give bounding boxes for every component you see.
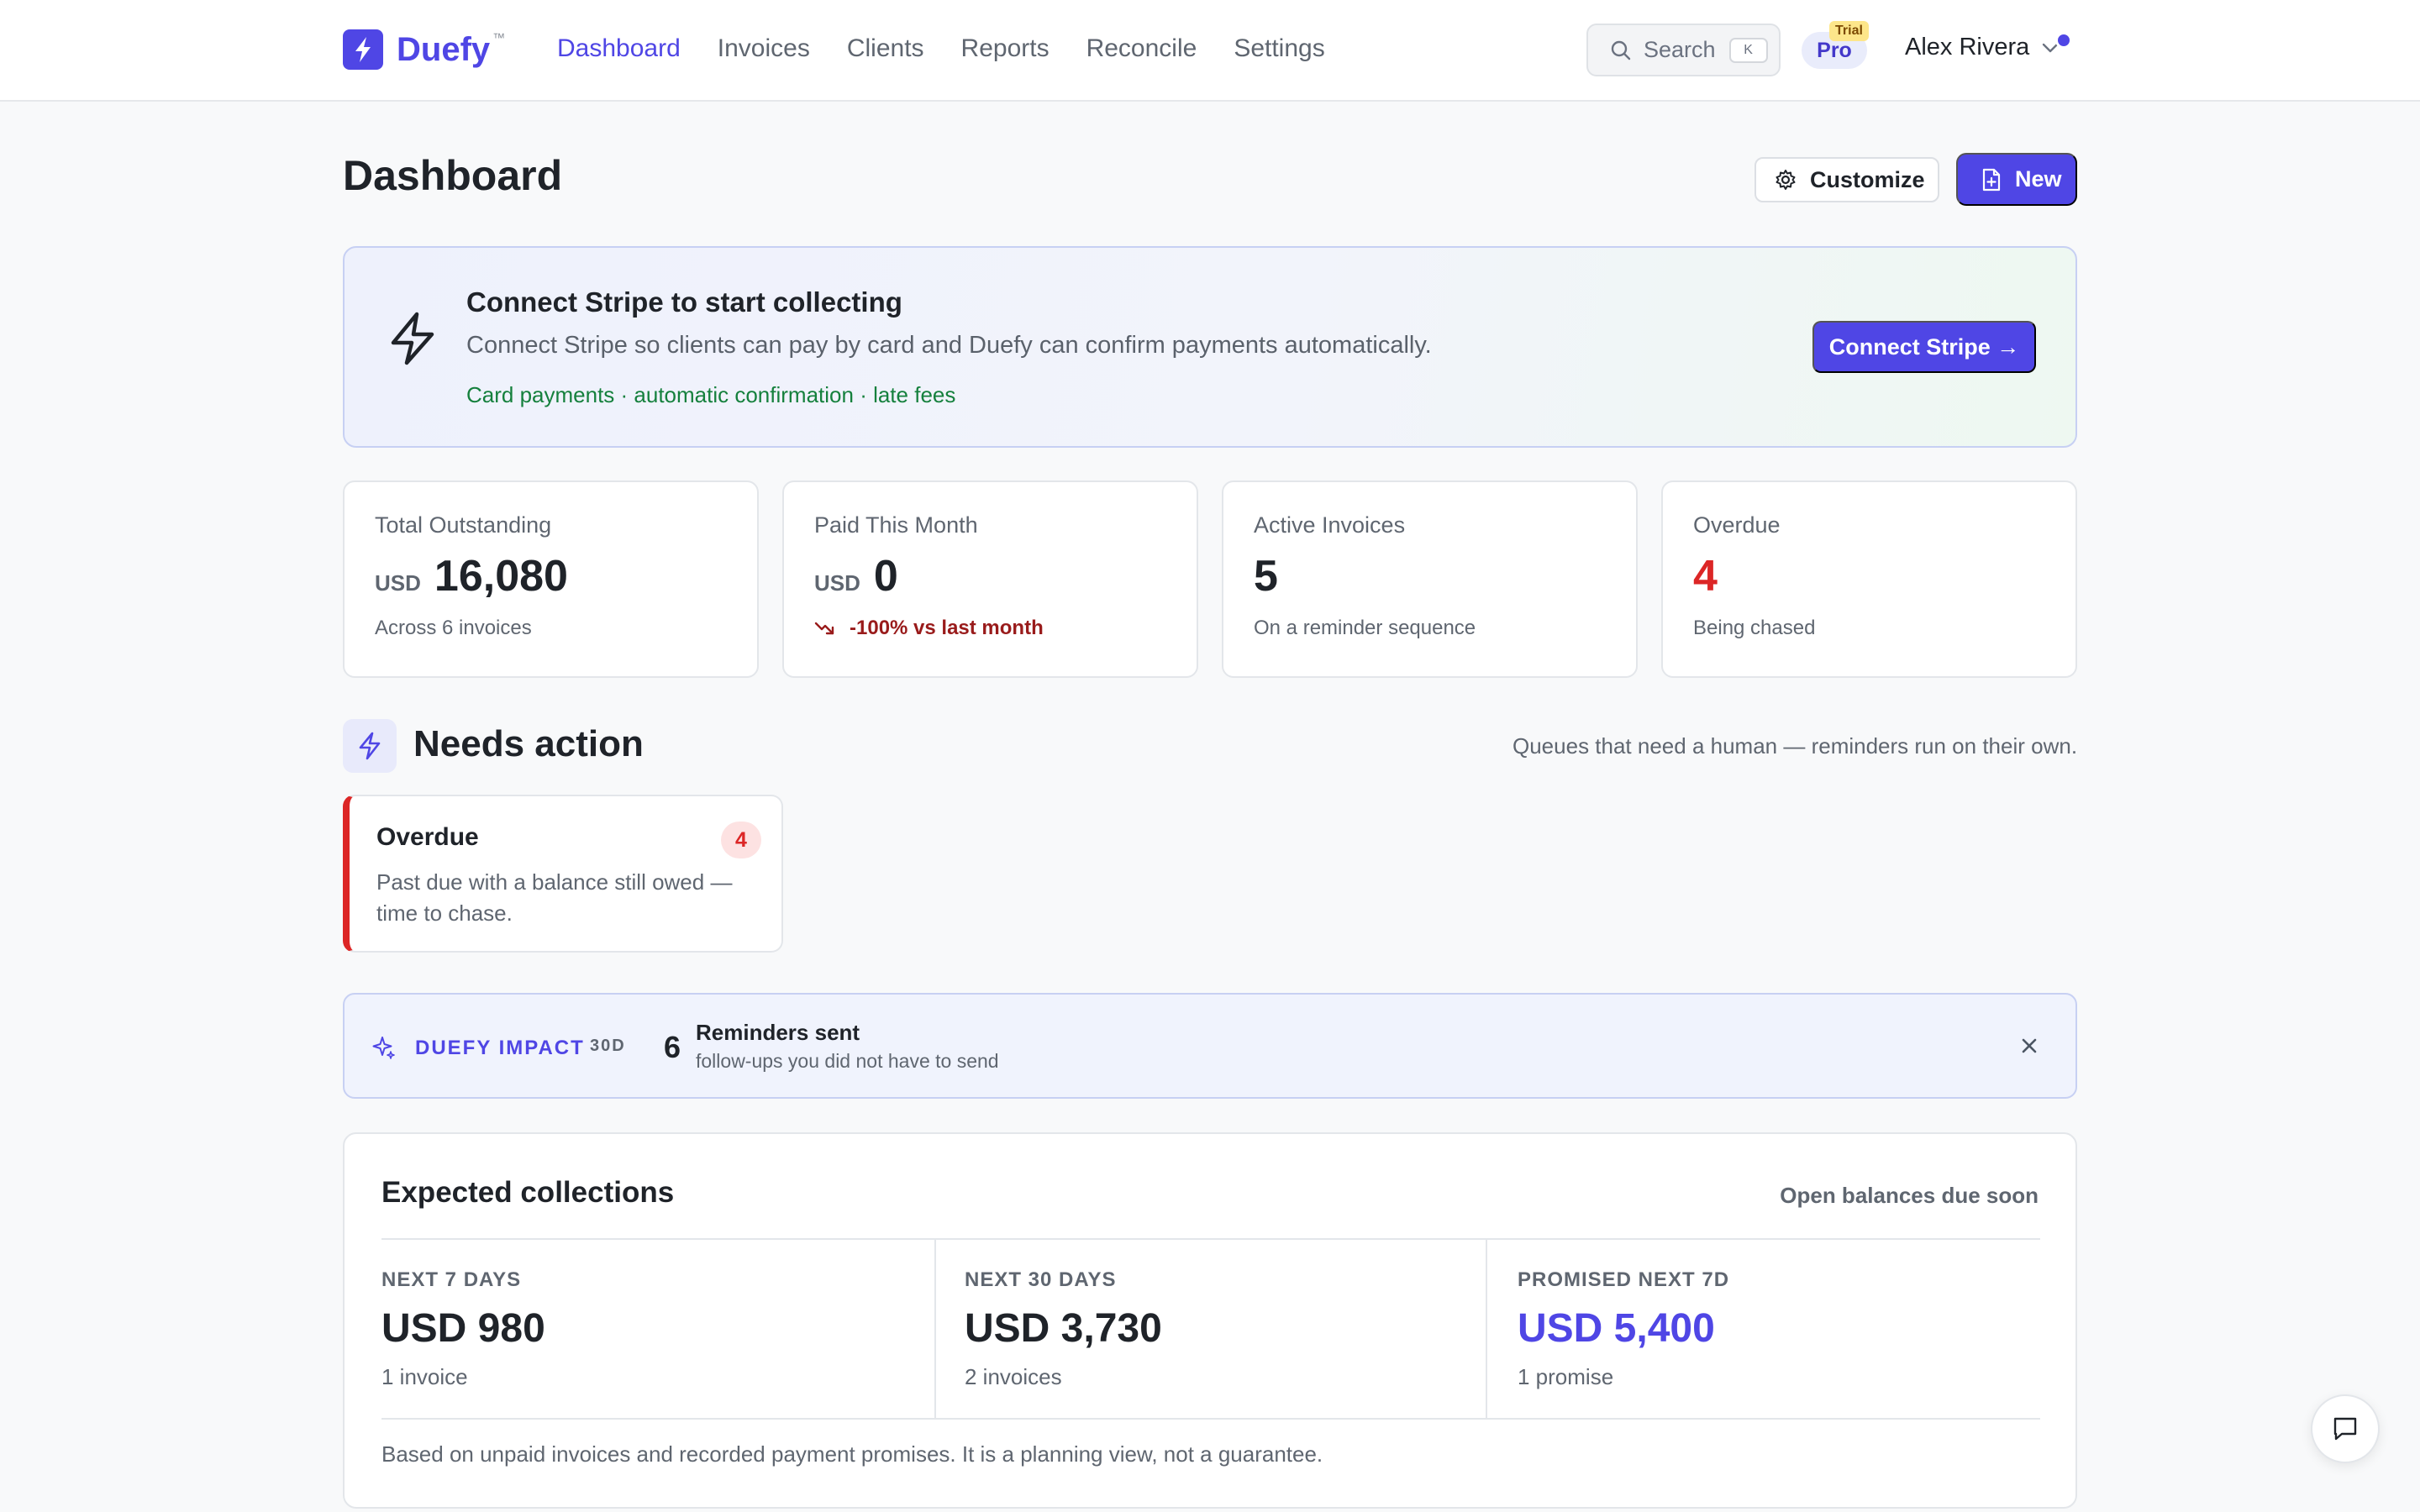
collections-cell-next-30-days: NEXT 30 DAYS USD 3,730 2 invoices (965, 1238, 1516, 1418)
user-name: Alex Rivera (1905, 34, 2030, 60)
main-nav: Dashboard Invoices Clients Reports Recon… (557, 32, 1362, 66)
kpi-label: Overdue (1693, 512, 1781, 538)
nav-item-invoices[interactable]: Invoices (718, 32, 810, 66)
brand-trademark: ™ (492, 31, 506, 45)
cell-note: 1 promise (1518, 1364, 1614, 1389)
queue-card-overdue[interactable]: Overdue 4 Past due with a balance still … (343, 795, 783, 953)
divider (934, 1238, 936, 1418)
connect-stripe-banner: Connect Stripe to start collecting Conne… (343, 246, 2077, 448)
lightning-icon (343, 29, 383, 70)
divider (381, 1418, 2040, 1420)
kpi-number: 16,080 (434, 552, 568, 601)
impact-value: 6 (664, 1030, 681, 1064)
new-label: New (2015, 166, 2062, 192)
expected-collections-card: Expected collections Open balances due s… (343, 1132, 2077, 1509)
lightning-icon (387, 311, 439, 366)
banner-title: Connect Stripe to start collecting (466, 286, 902, 318)
kpi-currency: USD (375, 570, 421, 596)
brand-name: Duefy (397, 31, 491, 68)
kpi-label: Paid This Month (814, 512, 978, 538)
search-label: Search (1644, 37, 1716, 62)
queue-count-badge: 4 (721, 822, 761, 858)
kpi-currency: USD (814, 570, 860, 596)
cell-note: 2 invoices (965, 1364, 1062, 1389)
impact-title: Reminders sent (696, 1020, 860, 1045)
cell-value: USD 980 (381, 1306, 545, 1351)
search-shortcut: K (1728, 37, 1768, 63)
cell-note: 1 invoice (381, 1364, 468, 1389)
needs-action-subtitle: Queues that need a human — reminders run… (1512, 733, 2078, 759)
nav-item-reconcile[interactable]: Reconcile (1086, 32, 1197, 66)
kpi-trend-label: -100% vs last month (850, 617, 1044, 639)
nav-item-clients[interactable]: Clients (847, 32, 924, 66)
customize-button[interactable]: Customize (1754, 157, 1939, 202)
banner-subtitle: Connect Stripe so clients can pay by car… (466, 332, 1432, 359)
kpi-value: USD 16,080 (375, 551, 568, 601)
trend-down-icon (814, 622, 834, 635)
chat-button[interactable] (2311, 1394, 2380, 1463)
kpi-overdue[interactable]: Overdue 4 Being chased (1661, 480, 2077, 678)
user-menu[interactable]: Alex Rivera (1905, 34, 2060, 61)
kpi-active-invoices[interactable]: Active Invoices 5 On a reminder sequence (1222, 480, 1638, 678)
cell-label: PROMISED NEXT 7D (1518, 1268, 1730, 1291)
cell-value: USD 3,730 (965, 1306, 1162, 1351)
trial-tag: Trial (1829, 21, 1869, 41)
impact-period: 30D (590, 1037, 626, 1055)
impact-strip: DUEFY IMPACT 30D 6 Reminders sent follow… (343, 993, 2077, 1099)
collections-subtitle: Open balances due soon (1780, 1183, 2039, 1208)
nav-item-dashboard[interactable]: Dashboard (557, 32, 681, 66)
kpi-total-outstanding[interactable]: Total Outstanding USD 16,080 Across 6 in… (343, 480, 759, 678)
connect-stripe-button[interactable]: Connect Stripe → (1812, 321, 2036, 373)
impact-label: DUEFY IMPACT (415, 1037, 585, 1059)
top-navigation-bar: Duefy ™ Dashboard Invoices Clients Repor… (0, 0, 2420, 102)
queue-title: Overdue (376, 823, 479, 851)
brand-logo[interactable]: Duefy ™ (343, 29, 505, 70)
kpi-trend: -100% vs last month (814, 617, 1044, 640)
kpi-number: 0 (873, 552, 898, 601)
collections-cell-next-7-days: NEXT 7 DAYS USD 980 1 invoice (381, 1238, 933, 1418)
cell-label: NEXT 30 DAYS (965, 1268, 1117, 1291)
gear-icon (1776, 170, 1796, 190)
close-icon[interactable] (2017, 1033, 2042, 1058)
needs-action-title: Needs action (413, 723, 644, 764)
banner-features: Card payments · automatic confirmation ·… (466, 382, 956, 407)
kpi-note: On a reminder sequence (1254, 617, 1476, 639)
new-button[interactable]: New (1956, 153, 2077, 206)
kpi-number: 5 (1254, 552, 1278, 601)
queue-description: Past due with a balance still owed — tim… (376, 869, 733, 926)
collections-title: Expected collections (381, 1176, 675, 1209)
chat-icon (2333, 1417, 2357, 1441)
customize-label: Customize (1810, 166, 1925, 192)
kpi-value: 4 (1693, 551, 1718, 601)
kpi-number: 4 (1693, 552, 1718, 601)
nav-item-settings[interactable]: Settings (1234, 32, 1324, 66)
notification-dot (2055, 32, 2072, 49)
collections-cell-promised-next-7d: PROMISED NEXT 7D USD 5,400 1 promise (1518, 1238, 2069, 1418)
kpi-paid-this-month[interactable]: Paid This Month USD 0 -100% vs last mont… (782, 480, 1198, 678)
kpi-value: USD 0 (814, 551, 898, 601)
nav-item-reports[interactable]: Reports (961, 32, 1050, 66)
impact-description: follow-ups you did not have to send (696, 1050, 999, 1072)
page-title: Dashboard (343, 152, 563, 199)
kpi-note: Across 6 invoices (375, 617, 532, 639)
kpi-label: Total Outstanding (375, 512, 552, 538)
cell-value: USD 5,400 (1518, 1306, 1715, 1351)
kpi-label: Active Invoices (1254, 512, 1406, 538)
sparkle-icon (371, 1035, 397, 1060)
kpi-note: Being chased (1693, 617, 1816, 639)
search-button[interactable]: Search K (1586, 24, 1781, 76)
collections-footnote: Based on unpaid invoices and recorded pa… (381, 1441, 1323, 1467)
divider (1486, 1238, 1487, 1418)
kpi-value: 5 (1254, 551, 1278, 601)
file-plus-icon (1982, 168, 2001, 191)
lightning-icon (343, 719, 397, 773)
search-icon (1610, 39, 1632, 61)
cell-label: NEXT 7 DAYS (381, 1268, 522, 1291)
